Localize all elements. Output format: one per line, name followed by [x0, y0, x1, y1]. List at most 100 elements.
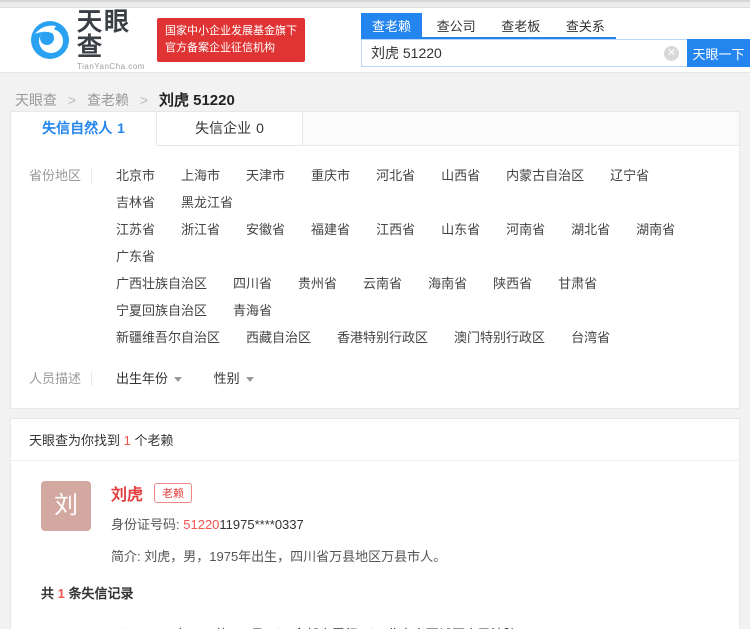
province-option[interactable]: 青海省 — [233, 303, 272, 318]
search-button[interactable]: 天眼一下 — [687, 39, 750, 67]
dishonest-record-row[interactable]: 2020-04-16 (2019)京0102执407号 全部未履行 北京市西城区… — [41, 624, 709, 629]
province-option[interactable]: 澳门特别行政区 — [454, 330, 545, 345]
breadcrumb: 天眼查 > 查老赖 > 刘虎 51220 — [0, 73, 750, 111]
province-option[interactable]: 广东省 — [116, 249, 155, 264]
logo-title: 天眼查 — [77, 10, 145, 60]
province-option[interactable]: 江苏省 — [116, 222, 155, 237]
logo-subtitle: TianYanCha.com — [77, 63, 145, 71]
record-court: 北京市西城区人民法院 — [387, 624, 517, 629]
province-option[interactable]: 台湾省 — [571, 330, 610, 345]
province-option[interactable]: 内蒙古自治区 — [506, 168, 584, 183]
person-filter-label: 人员描述 — [29, 365, 91, 392]
search-type-tabs: 查老赖 查公司 查老板 查关系 — [361, 13, 616, 39]
id-number-highlight: 51220 — [183, 517, 219, 532]
certification-line-1: 国家中小企业发展基金旗下 — [165, 23, 297, 40]
certification-line-2: 官方备案企业征信机构 — [165, 40, 297, 57]
summary-suffix: 个老赖 — [135, 433, 174, 448]
province-option[interactable]: 山东省 — [441, 222, 480, 237]
vertical-divider — [91, 372, 92, 386]
record-case-number: (2019)京0102执407号 — [137, 624, 264, 629]
record-status: 全部未履行 — [293, 624, 358, 629]
province-option[interactable]: 云南省 — [363, 276, 402, 291]
province-option[interactable]: 宁夏回族自治区 — [116, 303, 207, 318]
province-option[interactable]: 贵州省 — [298, 276, 337, 291]
province-option[interactable]: 山西省 — [441, 168, 480, 183]
tab-dishonest-company-count: 0 — [256, 120, 264, 136]
intro-text: 刘虎，男，1975年出生，四川省万县地区万县市人。 — [144, 549, 446, 564]
province-row-2: 江苏省 浙江省 安徽省 福建省 江西省 山东省 河南省 湖北省 湖南省广东省 — [116, 216, 721, 270]
tianyancha-logo[interactable]: 天眼查 TianYanCha.com — [30, 10, 145, 71]
tianyancha-logo-icon — [30, 20, 70, 60]
province-option[interactable]: 江西省 — [376, 222, 415, 237]
province-option[interactable]: 天津市 — [246, 168, 285, 183]
tab-dishonest-person[interactable]: 失信自然人 1 — [11, 112, 157, 146]
breadcrumb-separator: > — [68, 92, 76, 108]
province-option[interactable]: 河南省 — [506, 222, 545, 237]
summary-prefix: 天眼查为你找到 — [29, 433, 120, 448]
certification-badge: 国家中小企业发展基金旗下 官方备案企业征信机构 — [157, 18, 305, 62]
tab-dishonest-company-label: 失信企业 — [195, 120, 251, 136]
nav-tab-boss[interactable]: 查老板 — [490, 13, 551, 37]
browser-edge-strip — [0, 0, 750, 8]
gender-dropdown[interactable]: 性别 — [214, 365, 254, 392]
province-row-4: 新疆维吾尔自治区 西藏自治区 香港特别行政区 澳门特别行政区 台湾省 — [116, 324, 721, 351]
province-option[interactable]: 海南省 — [428, 276, 467, 291]
site-header: 天眼查 TianYanCha.com 国家中小企业发展基金旗下 官方备案企业征信… — [0, 8, 750, 73]
nav-tab-company[interactable]: 查公司 — [426, 13, 487, 37]
record-count: 1 — [58, 586, 65, 601]
province-option[interactable]: 上海市 — [181, 168, 220, 183]
results-summary: 天眼查为你找到 1 个老赖 — [11, 419, 739, 461]
province-filter-label: 省份地区 — [29, 162, 91, 351]
breadcrumb-laolai[interactable]: 查老赖 — [87, 92, 129, 108]
result-count: 1 — [124, 433, 131, 448]
nav-tab-relation[interactable]: 查关系 — [555, 13, 616, 37]
search-area: 查老赖 查公司 查老板 查关系 ✕ 天眼一下 — [361, 13, 750, 67]
result-type-tabs: 失信自然人 1 失信企业 0 — [11, 112, 739, 146]
province-option[interactable]: 辽宁省 — [610, 168, 649, 183]
search-input[interactable] — [361, 39, 687, 67]
search-box: ✕ — [361, 39, 687, 67]
province-option[interactable]: 湖北省 — [571, 222, 610, 237]
person-filter-row: 人员描述 出生年份 性别 — [29, 365, 721, 392]
clear-icon[interactable]: ✕ — [664, 46, 679, 61]
province-option[interactable]: 陕西省 — [493, 276, 532, 291]
province-option[interactable]: 福建省 — [311, 222, 350, 237]
province-option[interactable]: 广西壮族自治区 — [116, 276, 207, 291]
breadcrumb-separator: > — [140, 92, 148, 108]
record-count-prefix: 共 — [41, 586, 54, 601]
province-option[interactable]: 湖南省 — [636, 222, 675, 237]
province-option[interactable]: 北京市 — [116, 168, 155, 183]
id-label: 身份证号码: — [111, 517, 180, 532]
province-option[interactable]: 安徽省 — [246, 222, 285, 237]
province-option[interactable]: 重庆市 — [311, 168, 350, 183]
tab-dishonest-person-count: 1 — [117, 120, 125, 136]
province-option[interactable]: 吉林省 — [116, 195, 155, 210]
province-option[interactable]: 西藏自治区 — [246, 330, 311, 345]
province-option[interactable]: 新疆维吾尔自治区 — [116, 330, 220, 345]
filters-section: 省份地区 北京市上海市天津市重庆市河北省山西省内蒙古自治区辽宁省吉林省黑龙江省 … — [11, 146, 739, 408]
province-option[interactable]: 香港特别行政区 — [337, 330, 428, 345]
laolai-badge: 老赖 — [154, 483, 192, 503]
nav-tab-laolai[interactable]: 查老赖 — [361, 13, 422, 37]
birth-year-label: 出生年份 — [116, 371, 168, 386]
chevron-down-icon — [246, 377, 254, 382]
results-panel: 天眼查为你找到 1 个老赖 刘 刘虎 老赖 身份证号码: 5122011975*… — [10, 418, 740, 629]
province-option[interactable]: 黑龙江省 — [181, 195, 233, 210]
person-name-link[interactable]: 刘虎 — [111, 481, 143, 505]
breadcrumb-current: 刘虎 51220 — [159, 92, 235, 109]
province-option[interactable]: 甘肃省 — [558, 276, 597, 291]
person-intro-line: 简介: 刘虎，男，1975年出生，四川省万县地区万县市人。 — [111, 546, 446, 565]
id-number-line: 身份证号码: 5122011975****0337 — [111, 514, 446, 533]
breadcrumb-home[interactable]: 天眼查 — [15, 92, 57, 108]
province-filter-row: 省份地区 北京市上海市天津市重庆市河北省山西省内蒙古自治区辽宁省吉林省黑龙江省 … — [29, 162, 721, 351]
filter-panel: 失信自然人 1 失信企业 0 省份地区 北京市 上海市 天津市 重庆市 河北省 山西省 内蒙古自… — [10, 111, 740, 409]
birth-year-dropdown[interactable]: 出生年份 — [116, 365, 182, 392]
province-option[interactable]: 四川省 — [233, 276, 272, 291]
province-row-1: 北京市 上海市 天津市 重庆市 河北省 山西省 内蒙古自治区 辽宁省吉林省 黑龙江省 — [116, 162, 721, 216]
province-option[interactable]: 浙江省 — [181, 222, 220, 237]
tab-dishonest-company[interactable]: 失信企业 0 — [157, 112, 303, 145]
province-option[interactable]: 河北省 — [376, 168, 415, 183]
vertical-divider — [91, 169, 92, 183]
province-row-3: 广西壮族自治区 四川省 贵州省 云南省 海南省 陕西省 甘肃省宁夏回族自治区 青海省 — [116, 270, 721, 324]
tab-dishonest-person-label: 失信自然人 — [42, 120, 112, 136]
